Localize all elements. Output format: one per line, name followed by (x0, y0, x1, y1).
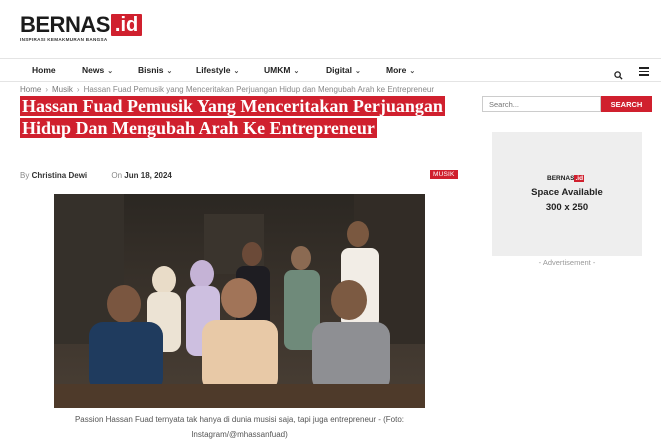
nav-item-bisnis[interactable]: Bisnis ⌄ (138, 65, 172, 75)
ad-line-2: 300 x 250 (545, 202, 589, 213)
nav-item-more[interactable]: More ⌄ (386, 65, 415, 75)
chevron-right-icon: › (45, 85, 49, 94)
nav-item-umkm[interactable]: UMKM ⌄ (264, 65, 299, 75)
advertisement-box[interactable]: BERNAS.id Space Available 300 x 250 (492, 132, 642, 256)
article-title-wrap: Hassan Fuad Pemusik Yang Menceritakan Pe… (20, 95, 463, 139)
chevron-right-icon: › (76, 85, 80, 94)
ad-logo-badge: .id (574, 175, 585, 182)
search-button[interactable]: SEARCH (601, 96, 652, 112)
chevron-down-icon: ⌄ (293, 68, 300, 75)
ad-logo: BERNAS.id (547, 175, 585, 182)
breadcrumb-current: Hassan Fuad Pemusik yang Menceritakan Pe… (83, 85, 435, 94)
group-photo-illustration (54, 194, 425, 408)
site-logo[interactable]: BERNAS .id INSPIRASI KEMAKMURAN BANGSA (20, 12, 143, 42)
article-title: Hassan Fuad Pemusik Yang Menceritakan Pe… (20, 95, 463, 139)
nav-item-news[interactable]: News ⌄ (82, 65, 113, 75)
publish-date: Jun 18, 2024 (124, 171, 172, 180)
chevron-down-icon: ⌄ (354, 68, 361, 75)
ad-line-1: Space Available (531, 187, 603, 198)
logo-text: BERNAS (20, 12, 110, 37)
chevron-down-icon: ⌄ (409, 68, 416, 75)
article-title-text: Hassan Fuad Pemusik Yang Menceritakan Pe… (20, 96, 445, 138)
nav-item-label: News (82, 65, 105, 75)
on-label: On (111, 171, 123, 180)
breadcrumb: Home › Musik › Hassan Fuad Pemusik yang … (20, 85, 434, 94)
chevron-down-icon: ⌄ (166, 68, 173, 75)
image-caption: Passion Hassan Fuad ternyata tak hanya d… (74, 415, 405, 439)
sidebar-search: SEARCH (482, 96, 652, 112)
nav-item-lifestyle[interactable]: Lifestyle ⌄ (196, 65, 239, 75)
author-link[interactable]: Christina Dewi (32, 171, 88, 180)
article-meta: By Christina Dewi On Jun 18, 2024 (20, 171, 172, 180)
chevron-down-icon: ⌄ (233, 68, 240, 75)
breadcrumb-category[interactable]: Musik (52, 85, 73, 94)
ad-logo-text: BERNAS (547, 175, 575, 182)
logo-badge: .id (110, 14, 143, 36)
advertisement-label: - Advertisement - (538, 258, 596, 267)
breadcrumb-home[interactable]: Home (20, 85, 41, 94)
nav-item-label: Lifestyle (196, 65, 231, 75)
article-featured-image (54, 194, 425, 408)
nav-item-home[interactable]: Home (32, 65, 56, 75)
by-label: By (20, 171, 30, 180)
site-header: BERNAS .id INSPIRASI KEMAKMURAN BANGSA (0, 0, 661, 57)
search-input[interactable] (482, 96, 601, 112)
search-icon[interactable] (614, 71, 623, 80)
nav-item-label: UMKM (264, 65, 291, 75)
chevron-down-icon: ⌄ (107, 68, 114, 75)
category-badge[interactable]: MUSIK (430, 170, 458, 179)
nav-item-label: More (386, 65, 407, 75)
logo-tagline: INSPIRASI KEMAKMURAN BANGSA (20, 37, 108, 42)
main-nav: Home News ⌄ Bisnis ⌄ Lifestyle ⌄ UMKM ⌄ Digi… (0, 58, 661, 82)
nav-item-label: Home (32, 65, 56, 75)
nav-item-label: Bisnis (138, 65, 164, 75)
nav-item-label: Digital (326, 65, 352, 75)
hamburger-menu-icon[interactable] (639, 67, 649, 76)
nav-item-digital[interactable]: Digital ⌄ (326, 65, 361, 75)
